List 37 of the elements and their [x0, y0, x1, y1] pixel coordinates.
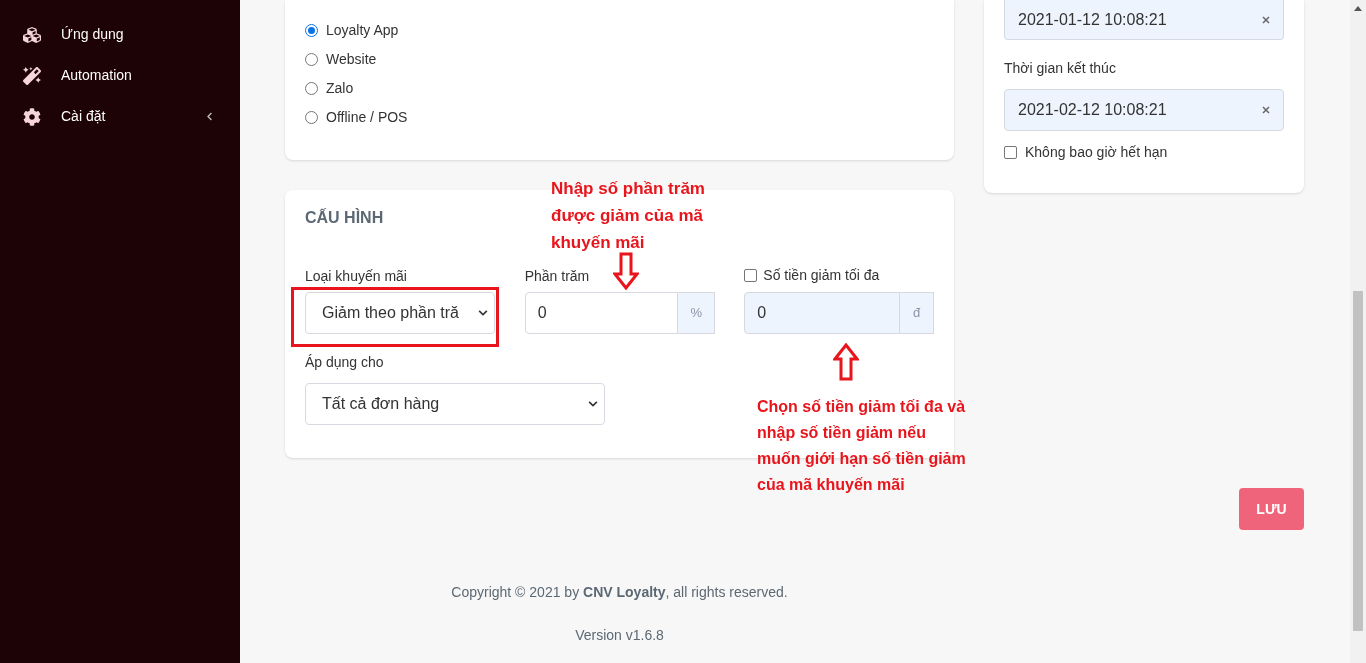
annotation-text: Nhập số phần trăm được giảm của mã khuyến mãi — [551, 178, 706, 254]
sidebar-item[interactable]: Cài đặt — [0, 96, 240, 137]
down-arrow-icon — [613, 252, 639, 290]
radio-option[interactable]: Zalo — [305, 74, 954, 103]
sidebar-item[interactable]: Ứng dụng — [0, 14, 240, 55]
apply-for-select[interactable]: Tất cả đơn hàng — [305, 383, 605, 425]
field-label: Áp dụng cho — [305, 353, 384, 372]
scrollbar-thumb[interactable] — [1353, 291, 1363, 631]
magic-wand-icon — [23, 66, 41, 85]
input-suffix: đ — [900, 292, 934, 334]
promo-type-select[interactable]: Giảm theo phần tră — [305, 292, 495, 334]
radio-option[interactable]: Loyalty App — [305, 16, 954, 45]
input-suffix: % — [678, 292, 716, 334]
chevron-icon — [588, 399, 598, 409]
date-field[interactable]: 2021-01-12 10:08:21 — [1004, 0, 1284, 40]
copyright-text: Copyright © 2021 by CNV Loyalty, all rights reserved. — [451, 583, 788, 602]
radio-option[interactable]: Offline / POS — [305, 103, 954, 132]
clear-icon[interactable] — [1262, 106, 1270, 114]
settings-icon — [23, 107, 41, 126]
sidebar-item[interactable]: Automation — [0, 55, 240, 96]
annotation-text: Chọn số tiền giảm tối đa và nhập số tiền giảm nếu muốn giới hạn số tiền giảm của mã khuyến mãi — [757, 397, 967, 495]
field-label: Loại khuyến mãi — [305, 267, 408, 284]
clear-icon[interactable] — [1262, 15, 1270, 24]
radio-option[interactable]: Website — [305, 45, 954, 74]
chevron-icon — [477, 308, 488, 318]
section-title: CẤU HÌNH — [305, 207, 384, 228]
field-label: Phần trăm — [524, 267, 591, 284]
field-label: Số tiền giảm tối đa — [763, 265, 880, 285]
checkbox-label: Không bao giờ hết hạn — [1025, 143, 1168, 162]
checkbox[interactable] — [1004, 146, 1017, 159]
cubes-icon — [23, 25, 41, 44]
date-field[interactable]: 2021-02-12 10:08:21 — [1004, 89, 1284, 131]
field-label: Thời gian kết thúc — [1004, 59, 1117, 78]
scroll-up-icon[interactable] — [1354, 6, 1362, 11]
version-text: Version v1.6.8 — [575, 626, 664, 645]
percent-input[interactable]: 0 — [524, 292, 679, 334]
up-arrow-icon — [833, 343, 859, 381]
